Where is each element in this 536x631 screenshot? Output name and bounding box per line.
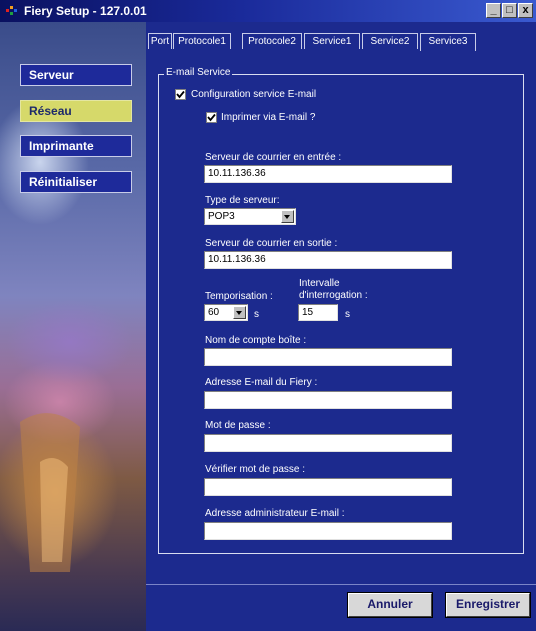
interval-label-line2: d'interrogation : (299, 290, 368, 301)
outgoing-server-label: Serveur de courrier en sortie : (205, 238, 338, 249)
group-title: E-mail Service (164, 67, 233, 78)
cancel-button[interactable]: Annuler (347, 592, 433, 618)
tab-bar: Port Protocole1 Protocole2 Service1 Serv… (146, 22, 536, 51)
server-type-label: Type de serveur: (205, 195, 280, 206)
outgoing-server-field[interactable]: 10.11.136.36 (204, 251, 452, 269)
bottom-divider (146, 584, 536, 585)
chevron-down-icon[interactable] (233, 306, 246, 319)
sidebar-item-imprimante[interactable]: Imprimante (20, 135, 132, 157)
timeout-label: Temporisation : (205, 291, 273, 302)
account-name-label: Nom de compte boîte : (205, 335, 307, 346)
tab-service2[interactable]: Service2 (362, 33, 418, 49)
maximize-icon[interactable]: □ (502, 3, 517, 18)
admin-email-field[interactable] (204, 522, 452, 540)
minimize-icon[interactable]: _ (486, 3, 501, 18)
close-icon[interactable]: x (518, 3, 533, 18)
verify-password-field[interactable] (204, 478, 452, 496)
interval-label-line1: Intervalle (299, 278, 340, 289)
sidebar-item-label: Serveur (29, 68, 74, 82)
config-email-label: Configuration service E-mail (191, 89, 317, 100)
account-name-field[interactable] (204, 348, 452, 366)
sidebar-item-label: Imprimante (29, 139, 94, 153)
verify-password-label: Vérifier mot de passe : (205, 464, 306, 475)
tab-label: Protocole1 (178, 36, 226, 47)
interval-unit: s (345, 309, 350, 320)
tab-label: Port (150, 36, 170, 47)
tab-protocole1[interactable]: Protocole1 (173, 33, 231, 49)
sidebar-item-reseau[interactable]: Réseau (20, 100, 132, 122)
tab-service3[interactable]: Service3 (420, 33, 476, 51)
tab-label: Protocole2 (248, 36, 296, 47)
tab-label: Service2 (370, 36, 410, 47)
tab-protocole2[interactable]: Protocole2 (242, 33, 302, 49)
password-label: Mot de passe : (205, 420, 271, 431)
tab-label: Service3 (428, 36, 468, 47)
admin-email-label: Adresse administrateur E-mail : (205, 508, 345, 519)
incoming-server-label: Serveur de courrier en entrée : (205, 152, 342, 163)
sidebar-item-serveur[interactable]: Serveur (20, 64, 132, 86)
fiery-email-label: Adresse E-mail du Fiery : (205, 377, 318, 388)
lamp-illustration (20, 413, 80, 572)
password-field[interactable] (204, 434, 452, 452)
title-bar[interactable]: Fiery Setup - 127.0.01 _ □ x (0, 0, 536, 22)
fiery-setup-window: Fiery Setup - 127.0.01 _ □ x Serveur Rés… (0, 0, 536, 631)
sidebar-item-label: Réseau (29, 104, 72, 118)
timeout-value: 60 (208, 307, 220, 318)
checkmark-icon (207, 113, 216, 122)
timeout-unit: s (254, 309, 259, 320)
fiery-email-field[interactable] (204, 391, 452, 409)
print-via-email-checkbox[interactable] (206, 112, 217, 123)
server-type-value: POP3 (208, 211, 235, 222)
fiery-logo-icon (6, 6, 17, 15)
sidebar-item-label: Réinitialiser (29, 175, 98, 189)
checkmark-icon (176, 90, 185, 99)
tab-label: Service1 (312, 36, 352, 47)
timeout-select[interactable]: 60 (204, 304, 248, 321)
interval-field[interactable]: 15 (298, 304, 338, 321)
print-via-email-label: Imprimer via E-mail ? (221, 112, 316, 123)
tab-service1[interactable]: Service1 (304, 33, 360, 49)
window-title: Fiery Setup - 127.0.01 (24, 4, 147, 18)
save-button[interactable]: Enregistrer (445, 592, 531, 618)
chevron-down-icon[interactable] (281, 210, 294, 223)
sidebar-item-reinitialiser[interactable]: Réinitialiser (20, 171, 132, 193)
tab-port[interactable]: Port (148, 33, 172, 49)
config-email-checkbox[interactable] (175, 89, 186, 100)
incoming-server-field[interactable]: 10.11.136.36 (204, 165, 452, 183)
server-type-select[interactable]: POP3 (204, 208, 296, 225)
